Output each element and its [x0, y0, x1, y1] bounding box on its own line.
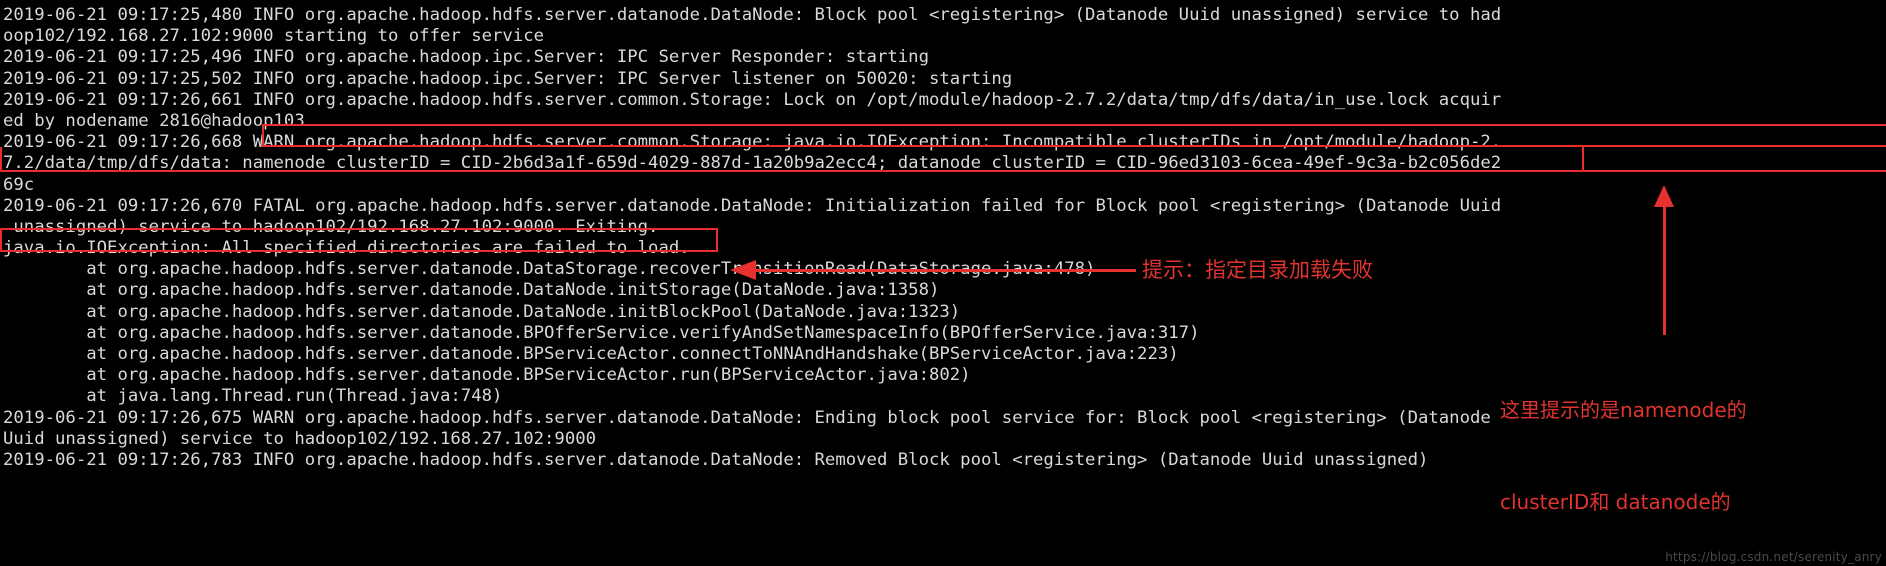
terminal-log-line: 69c	[3, 174, 35, 195]
annotation-clusterid-mismatch-line-1: 这里提示的是namenode的	[1500, 398, 1747, 422]
terminal-log-line: 2019-06-21 09:17:26,661 INFO org.apache.…	[3, 89, 1502, 110]
annotation-clusterid-mismatch: 这里提示的是namenode的 clusterID和 datanode的 clu…	[1500, 334, 1747, 566]
terminal-log-line: at org.apache.hadoop.hdfs.server.datanod…	[3, 259, 1096, 280]
terminal-log-line: 2019-06-21 09:17:25,496 INFO org.apache.…	[3, 47, 929, 68]
terminal-log-line: java.io.IOException: All specified direc…	[3, 238, 690, 259]
terminal-log-line: 7.2/data/tmp/dfs/data: namenode clusterI…	[3, 153, 1502, 174]
terminal-log-line: 2019-06-21 09:17:26,668 WARN org.apache.…	[3, 132, 1502, 153]
annotation-clusterid-mismatch-line-2: clusterID和 datanode的	[1500, 489, 1731, 514]
terminal-log-line: 2019-06-21 09:17:26,670 FATAL org.apache…	[3, 195, 1502, 216]
terminal-log-line: at org.apache.hadoop.hdfs.server.datanod…	[3, 301, 961, 322]
annotation-directory-load-failed: 提示：指定目录加载失败	[1142, 258, 1373, 282]
terminal-log-line: ed by nodename 2816@hadoop103	[3, 110, 305, 131]
terminal-window: 2019-06-21 09:17:25,480 INFO org.apache.…	[0, 0, 1886, 566]
terminal-log-line: at org.apache.hadoop.hdfs.server.datanod…	[3, 280, 940, 301]
terminal-log-line: 2019-06-21 09:17:25,502 INFO org.apache.…	[3, 68, 1013, 89]
terminal-log-line: unassigned) service to hadoop102/192.168…	[3, 216, 659, 237]
terminal-log-line: oop102/192.168.27.102:9000 starting to o…	[3, 26, 545, 47]
watermark: https://blog.csdn.net/serenity_anry	[1665, 550, 1882, 564]
terminal-log-line: 2019-06-21 09:17:25,480 INFO org.apache.…	[3, 5, 1502, 25]
